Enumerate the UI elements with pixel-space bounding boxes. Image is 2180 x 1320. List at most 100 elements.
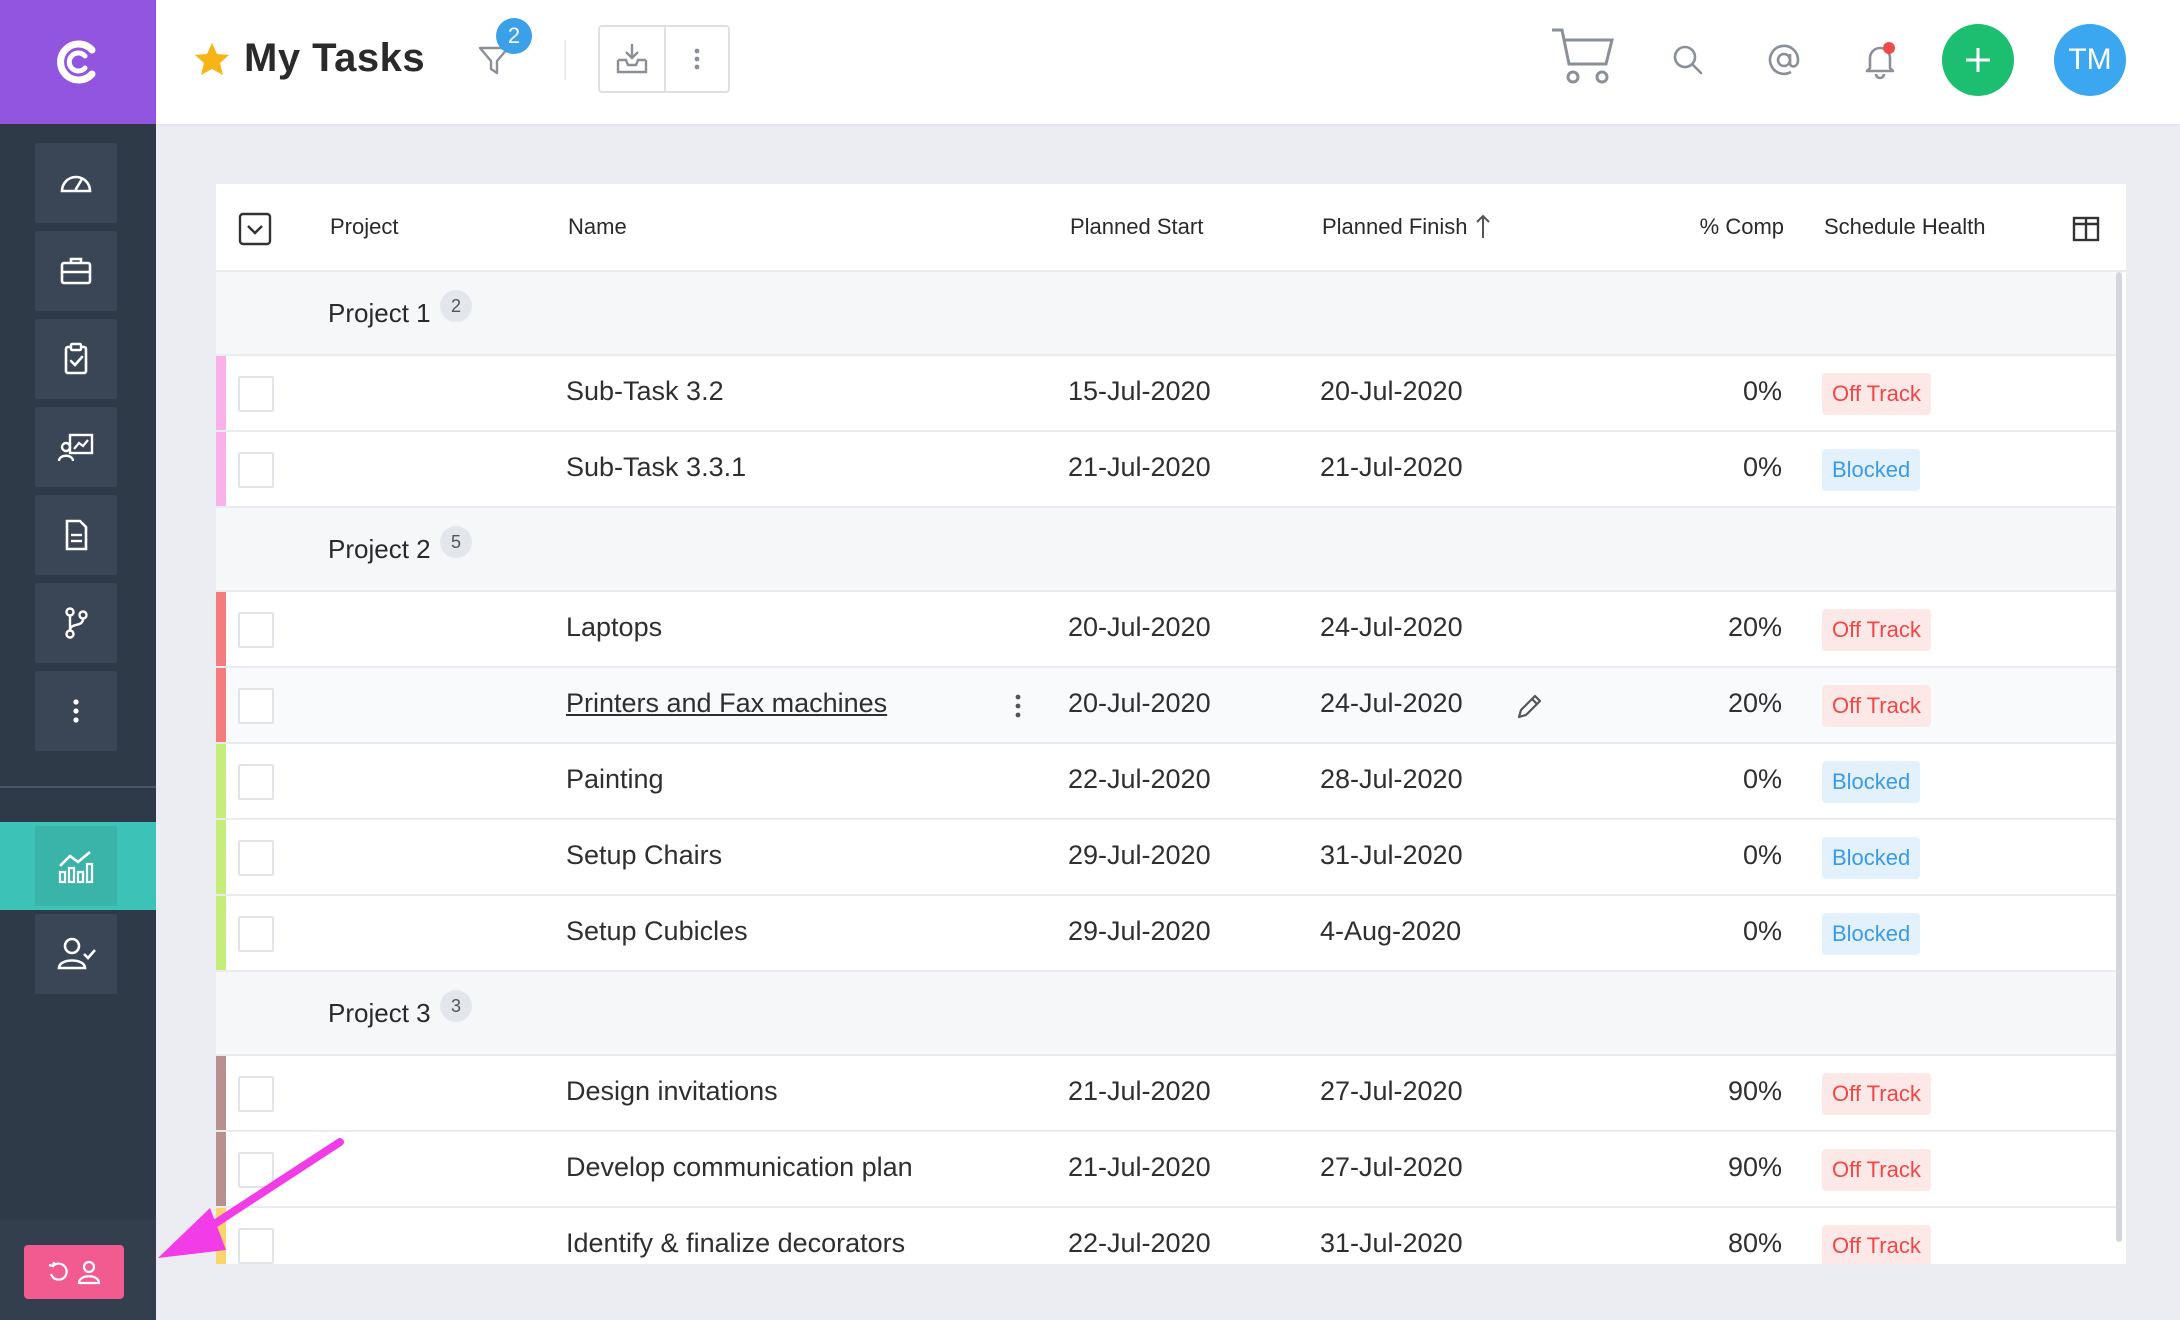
row-checkbox[interactable] — [238, 1228, 274, 1264]
reports-chart-icon — [58, 851, 94, 884]
nav-more[interactable] — [35, 671, 117, 751]
planned-finish: 20-Jul-2020 — [1320, 376, 1463, 406]
notification-dot — [1883, 42, 1895, 54]
add-button[interactable] — [1942, 24, 2014, 96]
task-name[interactable]: Develop communication plan — [566, 1152, 913, 1183]
nav-tasks[interactable] — [35, 319, 117, 399]
more-vertical-icon — [694, 48, 700, 70]
table-scrollbar[interactable] — [2116, 272, 2122, 1242]
more-vertical-icon — [73, 699, 79, 723]
row-checkbox[interactable] — [238, 376, 274, 412]
task-name[interactable]: Setup Chairs — [566, 840, 722, 871]
mentions-button[interactable] — [1762, 38, 1806, 82]
status-badge: Off Track — [1822, 685, 1931, 727]
task-name[interactable]: Sub-Task 3.3.1 — [566, 452, 746, 483]
group-count-badge: 3 — [440, 990, 472, 1022]
status-badge: Off Track — [1822, 1073, 1931, 1115]
table-row[interactable]: Printers and Fax machines 20-Jul-2020 24… — [216, 668, 2118, 744]
col-planned-finish[interactable]: Planned Finish — [1322, 214, 1468, 240]
nav-user-approvals[interactable] — [35, 914, 117, 994]
row-menu-icon[interactable] — [1008, 690, 1028, 722]
nav-documents[interactable] — [35, 495, 117, 575]
table-row[interactable]: Setup Cubicles 29-Jul-2020 4-Aug-2020 0%… — [216, 896, 2118, 972]
planned-finish: 28-Jul-2020 — [1320, 764, 1463, 794]
percent-complete: 0% — [1742, 916, 1782, 946]
app-logo[interactable] — [0, 0, 156, 124]
percent-complete: 90% — [1727, 1076, 1782, 1106]
tasks-table: Project Name Planned Start Planned Finis… — [216, 184, 2126, 1264]
group-row[interactable]: Project 2 5 — [216, 508, 2118, 592]
status-badge: Blocked — [1822, 761, 1921, 803]
planned-finish: 21-Jul-2020 — [1320, 452, 1463, 482]
planned-start: 15-Jul-2020 — [1068, 376, 1211, 406]
nav-projects[interactable] — [35, 231, 117, 311]
page-title: My Tasks — [244, 36, 426, 80]
task-name[interactable]: Painting — [566, 764, 664, 795]
table-row[interactable]: Design invitations 21-Jul-2020 27-Jul-20… — [216, 1056, 2118, 1132]
planned-start: 20-Jul-2020 — [1068, 612, 1211, 642]
table-row[interactable]: Painting 22-Jul-2020 28-Jul-2020 0% Bloc… — [216, 744, 2118, 820]
select-all-dropdown-icon[interactable] — [238, 212, 272, 246]
row-checkbox[interactable] — [238, 452, 274, 488]
task-name[interactable]: Sub-Task 3.2 — [566, 376, 724, 407]
table-row[interactable]: Sub-Task 3.3.1 21-Jul-2020 21-Jul-2020 0… — [216, 432, 2118, 508]
row-checkbox[interactable] — [238, 840, 274, 876]
row-color-bar — [216, 432, 226, 506]
task-name[interactable]: Laptops — [566, 612, 662, 643]
notifications-button[interactable] — [1858, 38, 1902, 82]
status-badge: Off Track — [1822, 1225, 1931, 1264]
row-checkbox[interactable] — [238, 764, 274, 800]
col-name[interactable]: Name — [568, 214, 627, 240]
row-color-bar — [216, 592, 226, 666]
percent-complete: 90% — [1727, 1152, 1782, 1182]
revert-user-button[interactable] — [24, 1245, 124, 1299]
more-options-button[interactable] — [663, 27, 728, 91]
star-icon[interactable] — [192, 40, 232, 80]
document-icon — [65, 519, 88, 551]
nav-dashboard[interactable] — [35, 143, 117, 223]
planned-start: 20-Jul-2020 — [1068, 688, 1211, 718]
group-row[interactable]: Project 1 2 — [216, 272, 2118, 356]
table-row[interactable]: Laptops 20-Jul-2020 24-Jul-2020 20% Off … — [216, 592, 2118, 668]
search-button[interactable] — [1668, 40, 1708, 80]
group-label: Project 2 — [328, 534, 431, 564]
top-header: My Tasks 2 TM — [156, 0, 2180, 124]
table-row[interactable]: Sub-Task 3.2 15-Jul-2020 20-Jul-2020 0% … — [216, 356, 2118, 432]
status-badge: Off Track — [1822, 1149, 1931, 1191]
col-schedule-health[interactable]: Schedule Health — [1824, 214, 1985, 240]
task-name[interactable]: Identify & finalize decorators — [566, 1228, 905, 1259]
col-pct-comp[interactable]: % Comp — [1692, 214, 1784, 240]
task-name[interactable]: Design invitations — [566, 1076, 778, 1107]
export-button[interactable] — [600, 27, 664, 91]
row-checkbox[interactable] — [238, 688, 274, 724]
row-checkbox[interactable] — [238, 1152, 274, 1188]
planned-start: 29-Jul-2020 — [1068, 840, 1211, 870]
table-row[interactable]: Setup Chairs 29-Jul-2020 31-Jul-2020 0% … — [216, 820, 2118, 896]
nav-reports[interactable] — [35, 826, 117, 906]
planned-start: 21-Jul-2020 — [1068, 1152, 1211, 1182]
table-row[interactable]: Develop communication plan 21-Jul-2020 2… — [216, 1132, 2118, 1208]
table-row[interactable]: Identify & finalize decorators 22-Jul-20… — [216, 1208, 2118, 1264]
row-checkbox[interactable] — [238, 612, 274, 648]
cart-button[interactable] — [1548, 20, 1618, 90]
group-label: Project 3 — [328, 998, 431, 1028]
row-color-bar — [216, 668, 226, 742]
group-row[interactable]: Project 3 3 — [216, 972, 2118, 1056]
logo-icon — [57, 40, 96, 84]
sort-ascending-icon[interactable] — [1472, 212, 1494, 242]
user-avatar[interactable]: TM — [2054, 24, 2126, 96]
sidebar — [0, 0, 156, 1320]
edit-pencil-icon[interactable] — [1514, 690, 1546, 722]
col-planned-start[interactable]: Planned Start — [1070, 214, 1203, 240]
column-settings-icon[interactable] — [2072, 216, 2100, 242]
nav-presentation[interactable] — [35, 407, 117, 487]
col-project[interactable]: Project — [330, 214, 398, 240]
task-name-link[interactable]: Printers and Fax machines — [566, 688, 887, 719]
row-color-bar — [216, 356, 226, 430]
group-count-badge: 2 — [440, 290, 472, 322]
planned-finish: 27-Jul-2020 — [1320, 1152, 1463, 1182]
task-name[interactable]: Setup Cubicles — [566, 916, 748, 947]
row-checkbox[interactable] — [238, 1076, 274, 1112]
row-checkbox[interactable] — [238, 916, 274, 952]
nav-workflows[interactable] — [35, 583, 117, 663]
